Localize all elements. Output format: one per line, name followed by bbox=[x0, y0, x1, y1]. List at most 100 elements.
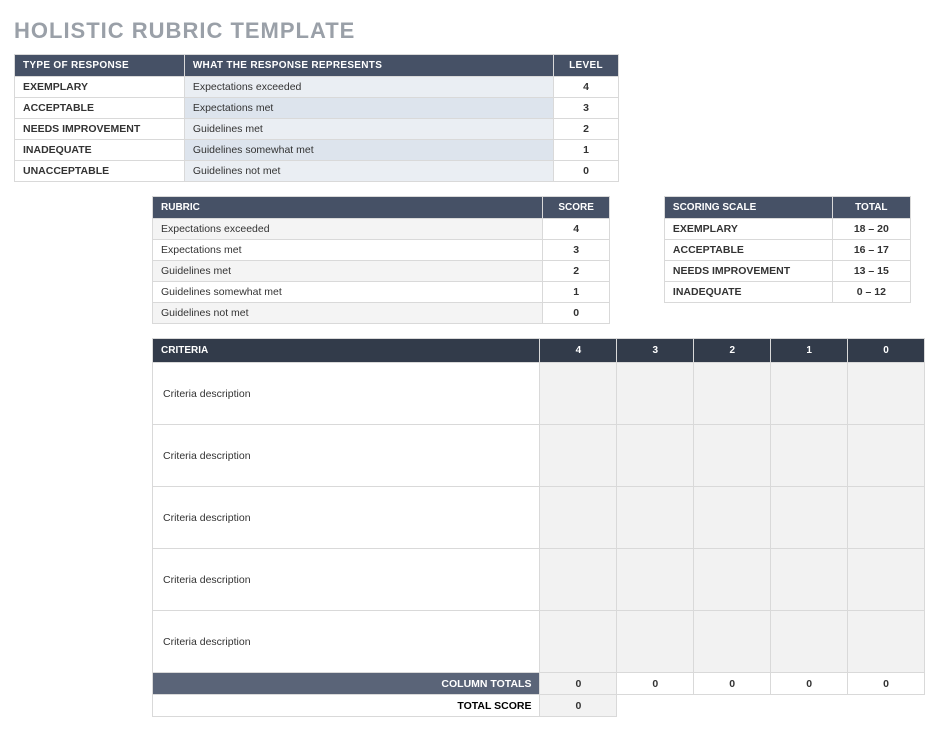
criteria-score-cell[interactable] bbox=[694, 549, 771, 611]
column-total-cell: 0 bbox=[540, 673, 617, 695]
score-cell: 4 bbox=[543, 219, 610, 240]
criteria-row: Criteria description bbox=[153, 363, 925, 425]
scale-name-cell: EXEMPLARY bbox=[664, 219, 832, 240]
criteria-score-cell[interactable] bbox=[771, 487, 848, 549]
score-cell: 1 bbox=[543, 282, 610, 303]
criteria-score-cell[interactable] bbox=[771, 611, 848, 673]
criteria-score-cell[interactable] bbox=[771, 363, 848, 425]
criteria-desc[interactable]: Criteria description bbox=[153, 425, 540, 487]
empty-cell bbox=[617, 695, 694, 717]
criteria-desc[interactable]: Criteria description bbox=[153, 611, 540, 673]
type-cell: ACCEPTABLE bbox=[15, 98, 185, 119]
criteria-header: CRITERIA bbox=[153, 339, 540, 363]
criteria-score-cell[interactable] bbox=[540, 487, 617, 549]
represents-header: WHAT THE RESPONSE REPRESENTS bbox=[184, 55, 553, 77]
empty-cell bbox=[848, 695, 925, 717]
rubric-cell: Expectations met bbox=[153, 240, 543, 261]
col3-header: 3 bbox=[617, 339, 694, 363]
column-total-cell: 0 bbox=[848, 673, 925, 695]
criteria-score-cell[interactable] bbox=[694, 425, 771, 487]
criteria-row: Criteria description bbox=[153, 549, 925, 611]
criteria-score-cell[interactable] bbox=[694, 487, 771, 549]
column-total-cell: 0 bbox=[771, 673, 848, 695]
criteria-score-cell[interactable] bbox=[540, 549, 617, 611]
table-row: EXEMPLARY Expectations exceeded 4 bbox=[15, 77, 619, 98]
scale-header: SCORING SCALE bbox=[664, 197, 832, 219]
criteria-row: Criteria description bbox=[153, 611, 925, 673]
score-cell: 3 bbox=[543, 240, 610, 261]
criteria-score-cell[interactable] bbox=[694, 363, 771, 425]
scale-name-cell: ACCEPTABLE bbox=[664, 240, 832, 261]
criteria-desc[interactable]: Criteria description bbox=[153, 363, 540, 425]
column-total-cell: 0 bbox=[617, 673, 694, 695]
criteria-score-cell[interactable] bbox=[617, 549, 694, 611]
col4-header: 4 bbox=[540, 339, 617, 363]
criteria-score-cell[interactable] bbox=[540, 611, 617, 673]
col0-header: 0 bbox=[848, 339, 925, 363]
scale-total-cell: 13 – 15 bbox=[832, 261, 910, 282]
criteria-score-cell[interactable] bbox=[848, 487, 925, 549]
empty-cell bbox=[771, 695, 848, 717]
table-row: NEEDS IMPROVEMENT 13 – 15 bbox=[664, 261, 910, 282]
rubric-cell: Expectations exceeded bbox=[153, 219, 543, 240]
page-title: HOLISTIC RUBRIC TEMPLATE bbox=[14, 18, 911, 44]
criteria-score-cell[interactable] bbox=[848, 611, 925, 673]
table-row: Guidelines not met 0 bbox=[153, 303, 610, 324]
criteria-score-cell[interactable] bbox=[617, 425, 694, 487]
column-totals-row: COLUMN TOTALS 0 0 0 0 0 bbox=[153, 673, 925, 695]
level-cell: 4 bbox=[554, 77, 619, 98]
table-row: Expectations met 3 bbox=[153, 240, 610, 261]
col2-header: 2 bbox=[694, 339, 771, 363]
rubric-header: RUBRIC bbox=[153, 197, 543, 219]
criteria-score-cell[interactable] bbox=[694, 611, 771, 673]
criteria-row: Criteria description bbox=[153, 487, 925, 549]
table-row: ACCEPTABLE 16 – 17 bbox=[664, 240, 910, 261]
table-row: Guidelines met 2 bbox=[153, 261, 610, 282]
criteria-score-cell[interactable] bbox=[848, 425, 925, 487]
total-score-cell: 0 bbox=[540, 695, 617, 717]
type-of-response-table: TYPE OF RESPONSE WHAT THE RESPONSE REPRE… bbox=[14, 54, 619, 182]
rubric-table: RUBRIC SCORE Expectations exceeded 4 Exp… bbox=[152, 196, 610, 324]
table-row: ACCEPTABLE Expectations met 3 bbox=[15, 98, 619, 119]
criteria-score-cell[interactable] bbox=[617, 363, 694, 425]
criteria-score-cell[interactable] bbox=[848, 549, 925, 611]
rep-cell: Guidelines somewhat met bbox=[184, 140, 553, 161]
col1-header: 1 bbox=[771, 339, 848, 363]
table-row: INADEQUATE Guidelines somewhat met 1 bbox=[15, 140, 619, 161]
level-cell: 3 bbox=[554, 98, 619, 119]
type-cell: UNACCEPTABLE bbox=[15, 161, 185, 182]
total-score-label: TOTAL SCORE bbox=[153, 695, 540, 717]
score-cell: 0 bbox=[543, 303, 610, 324]
type-cell: NEEDS IMPROVEMENT bbox=[15, 119, 185, 140]
scoring-scale-table: SCORING SCALE TOTAL EXEMPLARY 18 – 20 AC… bbox=[664, 196, 911, 303]
table-row: INADEQUATE 0 – 12 bbox=[664, 282, 910, 303]
criteria-score-cell[interactable] bbox=[540, 425, 617, 487]
score-header: SCORE bbox=[543, 197, 610, 219]
table-row: Guidelines somewhat met 1 bbox=[153, 282, 610, 303]
rep-cell: Expectations met bbox=[184, 98, 553, 119]
rubric-cell: Guidelines met bbox=[153, 261, 543, 282]
criteria-score-cell[interactable] bbox=[540, 363, 617, 425]
scale-name-cell: INADEQUATE bbox=[664, 282, 832, 303]
scale-name-cell: NEEDS IMPROVEMENT bbox=[664, 261, 832, 282]
empty-cell bbox=[694, 695, 771, 717]
level-cell: 2 bbox=[554, 119, 619, 140]
table-row: EXEMPLARY 18 – 20 bbox=[664, 219, 910, 240]
criteria-score-cell[interactable] bbox=[617, 487, 694, 549]
score-cell: 2 bbox=[543, 261, 610, 282]
level-cell: 1 bbox=[554, 140, 619, 161]
rubric-cell: Guidelines somewhat met bbox=[153, 282, 543, 303]
criteria-score-cell[interactable] bbox=[771, 549, 848, 611]
criteria-desc[interactable]: Criteria description bbox=[153, 487, 540, 549]
table-row: Expectations exceeded 4 bbox=[153, 219, 610, 240]
rep-cell: Expectations exceeded bbox=[184, 77, 553, 98]
criteria-table: CRITERIA 4 3 2 1 0 Criteria description … bbox=[152, 338, 925, 717]
total-score-row: TOTAL SCORE 0 bbox=[153, 695, 925, 717]
criteria-score-cell[interactable] bbox=[848, 363, 925, 425]
scale-total-cell: 16 – 17 bbox=[832, 240, 910, 261]
criteria-desc[interactable]: Criteria description bbox=[153, 549, 540, 611]
criteria-score-cell[interactable] bbox=[771, 425, 848, 487]
criteria-score-cell[interactable] bbox=[617, 611, 694, 673]
table-row: NEEDS IMPROVEMENT Guidelines met 2 bbox=[15, 119, 619, 140]
table-row: UNACCEPTABLE Guidelines not met 0 bbox=[15, 161, 619, 182]
